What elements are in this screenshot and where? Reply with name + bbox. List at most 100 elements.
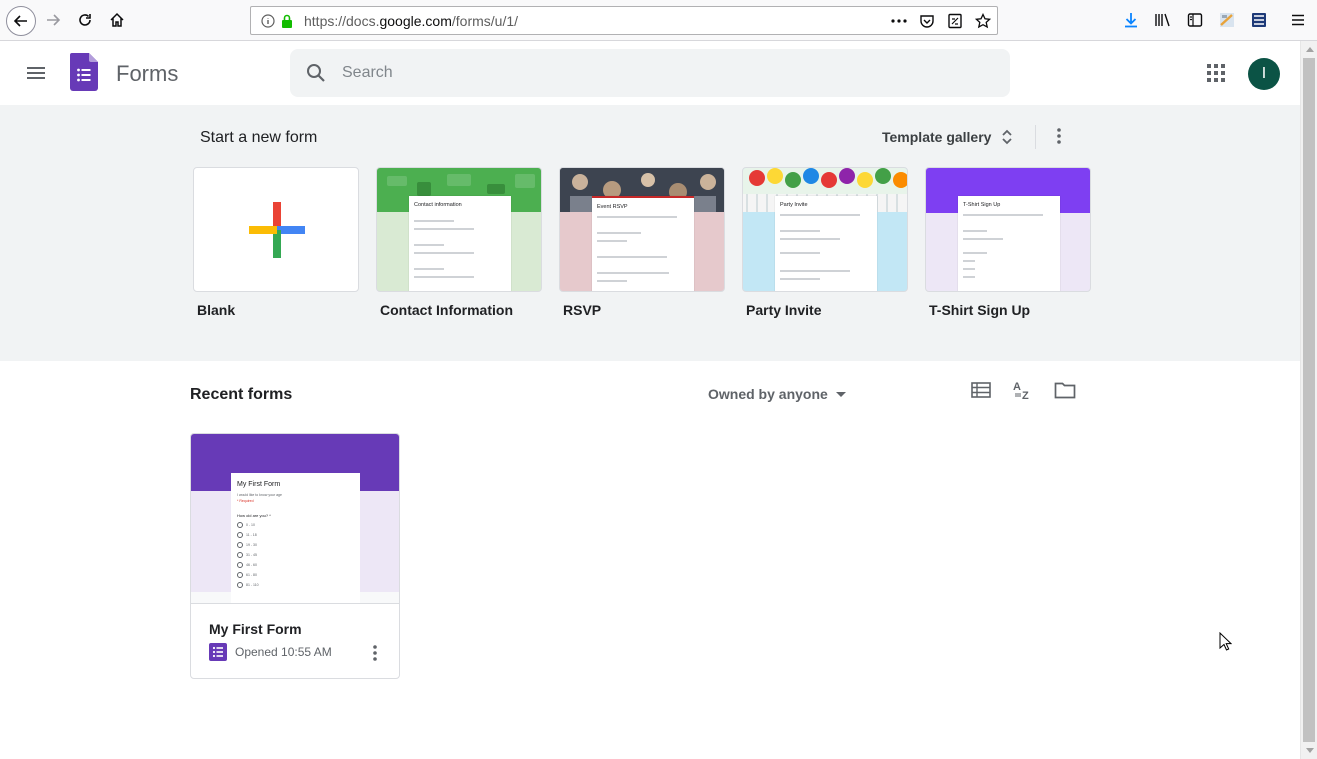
bookmark-star-icon[interactable] bbox=[975, 13, 991, 29]
form-thumbnail[interactable]: My First Form I would like to know your … bbox=[191, 434, 399, 604]
mini-form-title: T-Shirt Sign Up bbox=[963, 202, 1001, 208]
owner-filter-dropdown[interactable]: Owned by anyone bbox=[708, 382, 846, 406]
sort-az-icon: A Z bbox=[1013, 381, 1029, 401]
mini-form-description: I would like to know your age bbox=[237, 493, 282, 497]
line bbox=[963, 276, 975, 278]
more-vert-icon bbox=[1057, 128, 1061, 144]
template-thumbnail[interactable]: T-Shirt Sign Up bbox=[925, 167, 1091, 292]
start-new-form-heading: Start a new form bbox=[200, 129, 318, 146]
template-more-button[interactable] bbox=[1043, 120, 1075, 152]
form-meta: Opened 10:55 AM bbox=[209, 643, 332, 661]
line bbox=[597, 280, 627, 282]
library-icon[interactable] bbox=[1154, 11, 1172, 29]
dropdown-caret-icon bbox=[835, 391, 846, 397]
downloads-icon[interactable] bbox=[1122, 11, 1140, 29]
mini-form-preview: T-Shirt Sign Up bbox=[958, 196, 1060, 291]
template-section: Start a new form Template gallery Blank bbox=[0, 105, 1300, 361]
list-view-button[interactable] bbox=[967, 378, 995, 402]
line bbox=[597, 216, 677, 218]
extension-icon[interactable] bbox=[1218, 11, 1236, 29]
line bbox=[414, 244, 444, 246]
plus-icon bbox=[249, 202, 305, 258]
line bbox=[414, 220, 454, 222]
mini-form-preview: Contact information bbox=[409, 196, 511, 291]
lock-icon[interactable] bbox=[279, 13, 295, 29]
mini-form-option: 81 - 110 bbox=[237, 582, 259, 588]
template-tshirt-sign-up[interactable]: T-Shirt Sign Up T-Shirt Sign Up bbox=[925, 167, 1091, 318]
reload-button[interactable] bbox=[72, 7, 98, 33]
line bbox=[780, 230, 820, 232]
hamburger-icon bbox=[27, 67, 45, 79]
template-gallery-button[interactable]: Template gallery bbox=[872, 119, 1023, 155]
sort-button[interactable]: A Z bbox=[1009, 378, 1037, 402]
line bbox=[414, 276, 474, 278]
list-view-icon bbox=[971, 382, 991, 398]
app-header: Forms I bbox=[0, 41, 1300, 105]
scrollbar-thumb[interactable] bbox=[1303, 58, 1315, 742]
template-thumbnail[interactable]: Party Invite bbox=[742, 167, 908, 292]
scroll-up-arrow-icon[interactable] bbox=[1301, 41, 1317, 58]
url-path: /forms/u/1/ bbox=[451, 13, 519, 29]
mini-form-title: Party Invite bbox=[780, 202, 808, 208]
mini-form-title: Contact information bbox=[414, 202, 462, 208]
line bbox=[597, 256, 667, 258]
template-gallery-label: Template gallery bbox=[882, 129, 992, 145]
mouse-cursor-icon bbox=[1219, 631, 1233, 657]
form-title[interactable]: My First Form bbox=[209, 621, 302, 637]
pocket-icon[interactable] bbox=[919, 13, 935, 29]
forward-button[interactable] bbox=[40, 7, 66, 33]
search-bar[interactable] bbox=[290, 49, 1010, 97]
mini-form-option: 31 - 45 bbox=[237, 552, 257, 558]
line bbox=[597, 232, 641, 234]
line bbox=[414, 228, 474, 230]
search-input[interactable] bbox=[342, 49, 982, 97]
mini-form-preview: Party Invite bbox=[775, 196, 877, 291]
extension-2-icon[interactable] bbox=[1250, 11, 1268, 29]
svg-text:Z: Z bbox=[1022, 390, 1029, 401]
mini-form-option: 11 - 18 bbox=[237, 532, 257, 538]
template-label: Blank bbox=[197, 302, 236, 318]
form-opened-time: Opened 10:55 AM bbox=[235, 645, 332, 659]
app-title[interactable]: Forms bbox=[116, 61, 178, 87]
line bbox=[963, 268, 975, 270]
reload-icon bbox=[79, 14, 91, 26]
mini-form-preview: Event RSVP bbox=[592, 196, 694, 291]
recent-forms-heading: Recent forms bbox=[190, 386, 293, 403]
line bbox=[963, 260, 975, 262]
template-thumbnail[interactable]: Event RSVP bbox=[559, 167, 725, 292]
page-actions-icon[interactable] bbox=[891, 13, 907, 29]
reader-view-icon[interactable] bbox=[947, 13, 963, 29]
sidebar-icon[interactable] bbox=[1186, 11, 1204, 29]
main-menu-button[interactable] bbox=[20, 57, 52, 89]
google-apps-button[interactable] bbox=[1200, 57, 1232, 89]
open-file-picker-button[interactable] bbox=[1051, 378, 1079, 402]
address-bar[interactable]: https://docs.google.com/forms/u/1/ bbox=[250, 6, 998, 35]
mini-form-title: My First Form bbox=[237, 481, 281, 488]
back-button[interactable] bbox=[6, 6, 36, 36]
template-blank[interactable]: Blank bbox=[193, 167, 359, 318]
mini-form-option: 61 - 80 bbox=[237, 572, 257, 578]
template-thumbnail[interactable] bbox=[193, 167, 359, 292]
mini-form-preview: My First Form I would like to know your … bbox=[231, 471, 360, 603]
line bbox=[597, 240, 627, 242]
home-button[interactable] bbox=[104, 7, 130, 33]
page-scrollbar[interactable] bbox=[1300, 41, 1317, 759]
url-domain: google.com bbox=[379, 13, 452, 29]
template-contact-information[interactable]: Contact information Contact Information bbox=[376, 167, 542, 318]
template-party-invite[interactable]: Party Invite Party Invite bbox=[742, 167, 908, 318]
line bbox=[780, 278, 820, 280]
recent-form-card[interactable]: My First Form I would like to know your … bbox=[190, 433, 400, 679]
template-thumbnail[interactable]: Contact information bbox=[376, 167, 542, 292]
url-text[interactable]: https://docs.google.com/forms/u/1/ bbox=[304, 13, 518, 29]
form-more-button[interactable] bbox=[365, 642, 385, 664]
forms-logo[interactable] bbox=[70, 53, 98, 96]
browser-menu-icon[interactable] bbox=[1289, 11, 1307, 29]
search-icon[interactable] bbox=[304, 61, 328, 90]
forward-arrow-icon bbox=[47, 14, 61, 26]
scroll-down-arrow-icon[interactable] bbox=[1301, 742, 1317, 759]
info-icon[interactable] bbox=[260, 13, 276, 29]
account-avatar[interactable]: I bbox=[1248, 58, 1280, 90]
line bbox=[963, 230, 987, 232]
template-rsvp[interactable]: Event RSVP RSVP bbox=[559, 167, 725, 318]
url-prefix: https://docs. bbox=[304, 13, 380, 29]
